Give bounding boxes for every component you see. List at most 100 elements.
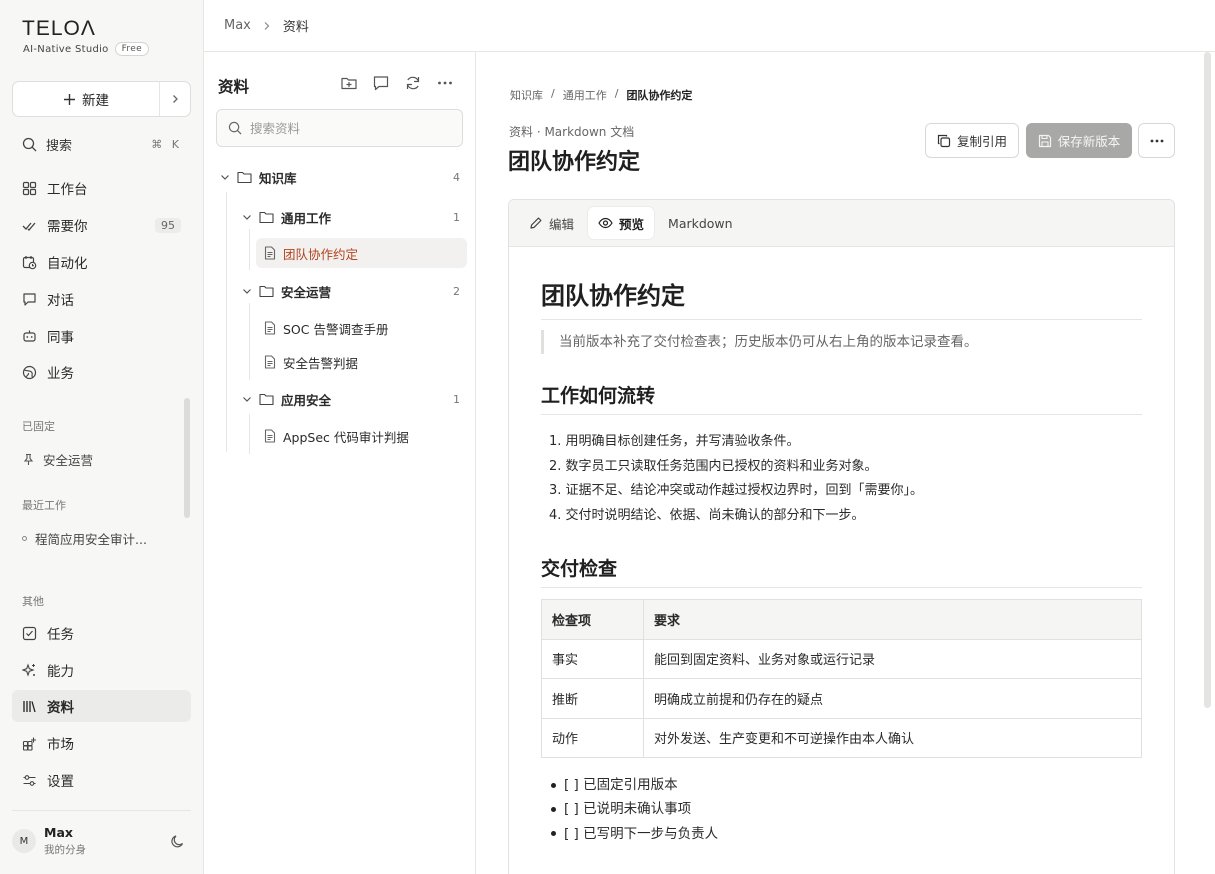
tree-file-team-agreement[interactable]: 团队协作约定 bbox=[256, 238, 467, 268]
refresh-icon[interactable] bbox=[404, 74, 422, 92]
calendar-clock-icon bbox=[22, 255, 37, 270]
copy-reference-label: 复制引用 bbox=[956, 134, 1007, 149]
table-header: 检查项 bbox=[541, 599, 644, 640]
pinned-section-label: 已固定 bbox=[22, 420, 55, 433]
nav-market[interactable]: 市场 bbox=[12, 727, 191, 759]
tab-label: 编辑 bbox=[549, 216, 575, 232]
chevron-right-icon bbox=[170, 94, 180, 104]
doc-crumb-folder[interactable]: 通用工作 bbox=[563, 87, 607, 103]
tab-markdown[interactable]: Markdown bbox=[658, 207, 743, 239]
table-row: 动作 对外发送、生产变更和不可逆操作由本人确认 bbox=[541, 717, 1142, 758]
table-cell: 对外发送、生产变更和不可逆操作由本人确认 bbox=[643, 717, 1142, 758]
document-icon bbox=[264, 246, 276, 260]
globe-icon bbox=[22, 365, 37, 380]
pencil-icon bbox=[529, 216, 543, 230]
nav-needs-you[interactable]: 需要你 95 bbox=[12, 209, 191, 241]
tab-label: 预览 bbox=[619, 216, 645, 232]
folder-icon bbox=[237, 170, 252, 184]
nav-label: 任务 bbox=[47, 627, 74, 643]
file-label: 团队协作约定 bbox=[283, 246, 359, 262]
doc-heading: 团队协作约定 bbox=[541, 276, 1142, 320]
new-button[interactable]: 新建 bbox=[13, 82, 160, 116]
recent-item[interactable]: 程简应用安全审计... bbox=[22, 529, 147, 548]
tree-file-appsec-criteria[interactable]: AppSec 代码审计判据 bbox=[264, 421, 464, 451]
nav-business[interactable]: 业务 bbox=[12, 356, 191, 388]
table-cell: 能回到固定资料、业务对象或运行记录 bbox=[643, 638, 1142, 679]
grid-icon bbox=[22, 181, 37, 196]
new-folder-icon[interactable] bbox=[340, 74, 358, 92]
delivery-check-table: 检查项 要求 事实 能回到固定资料、业务对象或运行记录 推断 明确成立前提和仍存… bbox=[541, 599, 1142, 758]
nav-label: 资料 bbox=[47, 700, 74, 716]
tree-folder-app-security[interactable]: 应用安全 1 bbox=[242, 384, 460, 414]
tab-preview[interactable]: 预览 bbox=[588, 207, 655, 239]
nav-library[interactable]: 资料 bbox=[12, 690, 191, 722]
moon-icon[interactable] bbox=[170, 834, 185, 849]
folder-count: 1 bbox=[453, 392, 460, 406]
page-title: 团队协作约定 bbox=[508, 150, 641, 175]
chevron-down-icon bbox=[220, 172, 230, 182]
tree-file-soc-handbook[interactable]: SOC 告警调查手册 bbox=[264, 313, 464, 343]
tree-folder-general-work[interactable]: 通用工作 1 bbox=[242, 202, 460, 232]
app-tagline: AI-Native Studio Free bbox=[23, 42, 149, 56]
sidebar-search[interactable]: 搜索 ⌘ K bbox=[22, 134, 182, 154]
nav-workbench[interactable]: 工作台 bbox=[12, 172, 191, 204]
folder-label: 通用工作 bbox=[281, 210, 332, 226]
tree-file-alert-criteria[interactable]: 安全告警判据 bbox=[264, 347, 464, 377]
main-scrollbar[interactable] bbox=[1204, 52, 1211, 708]
copy-reference-button[interactable]: 复制引用 bbox=[925, 123, 1019, 158]
nav-label: 需要你 bbox=[47, 219, 88, 235]
nav-tasks[interactable]: 任务 bbox=[12, 617, 191, 649]
chevron-down-icon bbox=[242, 286, 252, 296]
new-button-label: 新建 bbox=[82, 93, 109, 109]
nav-capabilities[interactable]: 能力 bbox=[12, 654, 191, 686]
recent-section-label: 最近工作 bbox=[22, 499, 66, 512]
new-menu-button[interactable] bbox=[160, 82, 190, 116]
tree-search-box bbox=[216, 109, 463, 147]
tree-search-input[interactable] bbox=[250, 120, 450, 136]
plan-badge: Free bbox=[114, 42, 149, 56]
doc-quote: 当前版本补充了交付检查表；历史版本仍可从右上角的版本记录查看。 bbox=[541, 330, 1142, 354]
pinned-item[interactable]: 安全运营 bbox=[22, 450, 93, 469]
user-info: Max 我的分身 bbox=[44, 825, 86, 857]
chevron-down-icon bbox=[242, 212, 252, 222]
sliders-icon bbox=[22, 773, 37, 788]
tree-guide-line bbox=[226, 192, 227, 452]
checklist-item: [ ] 已说明未确认事项 bbox=[551, 797, 718, 821]
more-icon bbox=[1149, 133, 1165, 149]
document-icon bbox=[264, 321, 276, 335]
tree-guide-line bbox=[249, 229, 250, 270]
tree-guide-line bbox=[249, 303, 250, 380]
tab-edit[interactable]: 编辑 bbox=[519, 207, 584, 239]
table-row: 事实 能回到固定资料、业务对象或运行记录 bbox=[541, 638, 1142, 679]
nav-label: 设置 bbox=[47, 774, 74, 790]
nav-settings[interactable]: 设置 bbox=[12, 764, 191, 796]
breadcrumb-current: 资料 bbox=[282, 20, 309, 35]
avatar: M bbox=[12, 829, 36, 853]
save-version-button[interactable]: 保存新版本 bbox=[1026, 123, 1132, 158]
sidebar-scrollbar[interactable] bbox=[184, 398, 190, 518]
tree-folder-knowledge-base[interactable]: 知识库 4 bbox=[220, 162, 460, 192]
doc-breadcrumb: 知识库 / 通用工作 / 团队协作约定 bbox=[510, 87, 692, 103]
more-icon[interactable] bbox=[436, 74, 454, 92]
comment-icon[interactable] bbox=[372, 74, 390, 92]
breadcrumb-user[interactable]: Max bbox=[224, 18, 251, 33]
folder-count: 4 bbox=[453, 170, 460, 184]
nav-colleagues[interactable]: 同事 bbox=[12, 320, 191, 352]
plus-icon bbox=[63, 93, 76, 106]
checklist-item: [ ] 已写明下一步与负责人 bbox=[551, 822, 718, 846]
user-profile[interactable]: M Max 我的分身 bbox=[12, 824, 191, 858]
nav-automation[interactable]: 自动化 bbox=[12, 246, 191, 278]
nav-label: 能力 bbox=[47, 664, 74, 680]
table-cell: 动作 bbox=[541, 717, 644, 758]
user-name: Max bbox=[44, 825, 73, 840]
search-icon bbox=[228, 121, 242, 135]
checklist-text: [ ] 已说明未确认事项 bbox=[564, 801, 692, 818]
tree-folder-security-ops[interactable]: 安全运营 2 bbox=[242, 276, 460, 306]
doc-more-button[interactable] bbox=[1138, 123, 1175, 158]
section-heading-check: 交付检查 bbox=[541, 554, 1142, 588]
search-label: 搜索 bbox=[46, 138, 73, 154]
nav-conversations[interactable]: 对话 bbox=[12, 283, 191, 315]
checklist-text: [ ] 已写明下一步与负责人 bbox=[564, 825, 719, 842]
doc-crumb-kb[interactable]: 知识库 bbox=[510, 87, 543, 103]
app-logo[interactable]: TELOΛ bbox=[22, 17, 96, 41]
